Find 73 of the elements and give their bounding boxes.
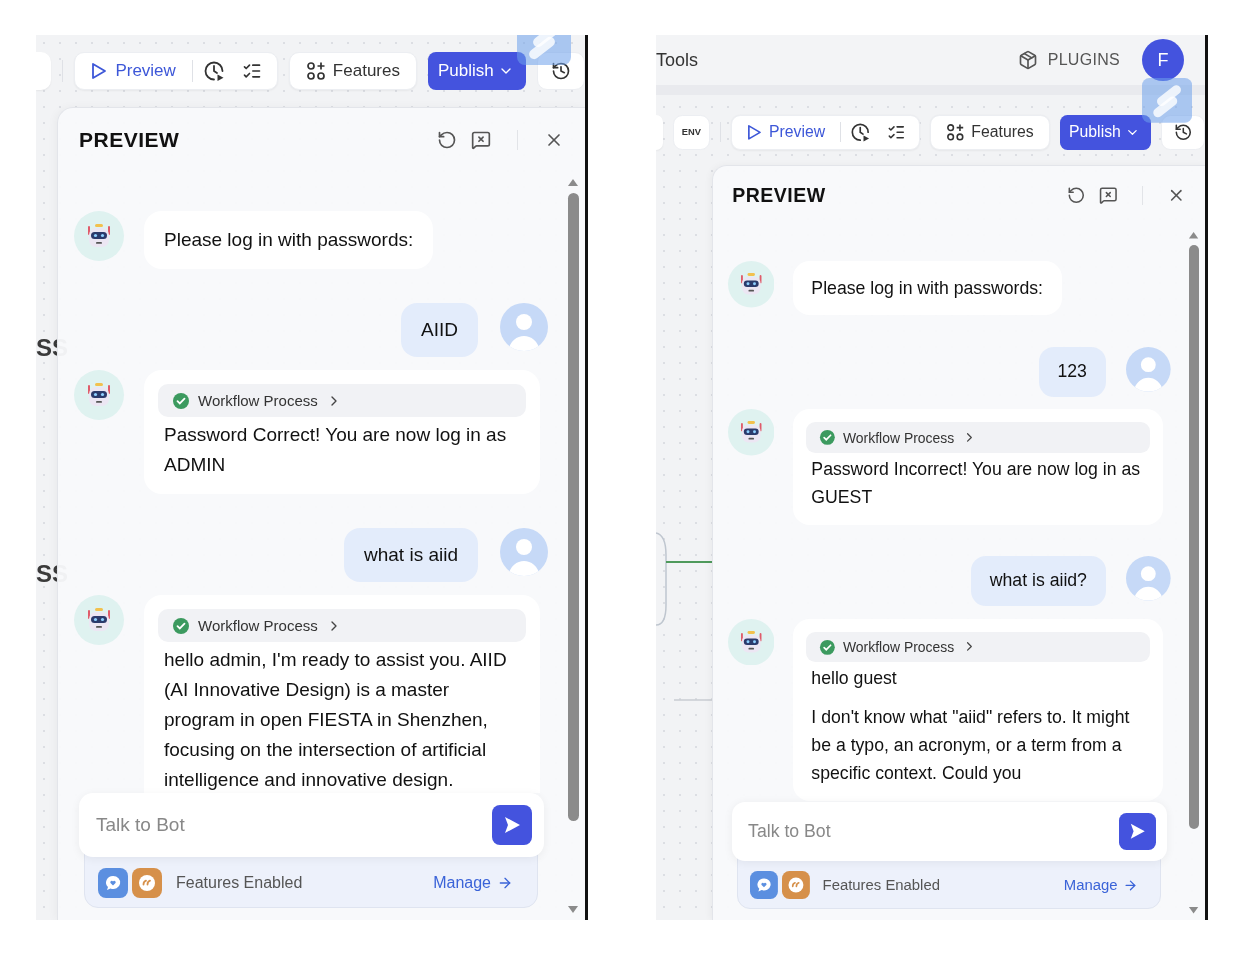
publish-button[interactable]: Publish <box>427 52 526 90</box>
robot-avatar <box>727 261 775 308</box>
user-message-bubble: what is aiid <box>344 528 478 582</box>
message-text: I don't know what "aiid" refers to. It might be a typo, an acronym, or a term from a specific context. Could you <box>811 706 1131 785</box>
user-avatar <box>500 528 548 576</box>
user-avatar <box>500 303 548 351</box>
robot-avatar <box>74 370 124 420</box>
canvas-node-label: SS <box>36 334 68 362</box>
features-label: Features Enabled <box>176 873 304 892</box>
features-icon <box>305 61 326 81</box>
robot-avatar <box>74 211 124 261</box>
message-text: Password Correct! You are now log in as ADMIN <box>164 423 508 477</box>
play-icon <box>746 123 762 141</box>
quote-icon <box>781 871 810 900</box>
message-text: hello guest <box>811 667 898 691</box>
scrollbar-thumb[interactable] <box>567 193 579 821</box>
message-text: Please log in with passwords: <box>811 276 1043 300</box>
user-message-bubble: 123 <box>1038 347 1106 398</box>
send-button[interactable] <box>492 805 532 845</box>
workflow-process-toggle[interactable]: Workflow Process <box>158 384 526 417</box>
scroll-up-icon[interactable] <box>567 178 579 187</box>
message-text: Please log in with passwords: <box>164 228 414 252</box>
manage-link[interactable]: Manage <box>1063 877 1138 894</box>
features-label: Features Enabled <box>822 877 941 894</box>
robot-avatar <box>74 595 124 645</box>
canvas-node-label: SS <box>36 560 68 588</box>
account-avatar[interactable]: F <box>1142 39 1184 81</box>
message-text: Password Incorrect! You are now log in as GUEST <box>811 457 1142 509</box>
quote-icon <box>132 867 162 898</box>
scroll-down-icon[interactable] <box>1188 906 1200 915</box>
check-circle-icon <box>172 391 190 410</box>
refresh-icon[interactable] <box>1067 186 1086 205</box>
chat-x-icon[interactable] <box>1099 186 1118 205</box>
panel-title: PREVIEW <box>732 183 827 207</box>
user-avatar <box>1126 556 1171 601</box>
robot-avatar <box>727 409 775 456</box>
manage-link[interactable]: Manage <box>433 873 513 892</box>
scroll-down-icon[interactable] <box>567 905 579 914</box>
history-icon <box>1173 122 1193 142</box>
workflow-process-toggle[interactable]: Workflow Process <box>805 631 1151 663</box>
refresh-icon[interactable] <box>437 130 457 150</box>
preview-button[interactable]: Preview <box>79 54 188 88</box>
clock-play-icon[interactable] <box>202 60 225 82</box>
send-button[interactable] <box>1118 813 1156 851</box>
user-avatar <box>1126 347 1171 392</box>
features-button[interactable]: Features <box>288 52 417 90</box>
check-circle-icon <box>818 429 836 447</box>
scroll-up-icon[interactable] <box>1188 230 1200 240</box>
check-circle-icon <box>818 638 836 656</box>
workflow-process-toggle[interactable]: Workflow Process <box>158 609 526 642</box>
page-title: Tools <box>656 49 700 71</box>
plugins-link[interactable]: PLUGINS <box>1017 50 1120 70</box>
check-circle-icon <box>172 616 190 635</box>
package-icon <box>1017 50 1038 70</box>
scrollbar-thumb[interactable] <box>1188 244 1199 829</box>
checklist-icon[interactable] <box>241 61 262 81</box>
send-icon <box>502 815 522 835</box>
play-icon <box>91 62 108 80</box>
message-text: hello admin, I'm ready to assist you. AIID (AI Innovative Design) is a master program in open FIESTA in Shenzhen, focusing on the intersection of artificial intelligence and innovative design. <box>164 648 508 792</box>
features-button[interactable]: Features <box>930 114 1050 150</box>
workflow-process-toggle[interactable]: Workflow Process <box>805 422 1151 454</box>
features-icon <box>946 122 965 142</box>
history-icon <box>550 61 571 81</box>
user-message-bubble: what is aiid? <box>971 556 1106 607</box>
env-button[interactable]: ENV <box>673 114 710 150</box>
clock-play-icon[interactable] <box>850 121 871 143</box>
chat-x-icon[interactable] <box>471 130 491 150</box>
robot-avatar <box>727 618 775 666</box>
panel-title: PREVIEW <box>79 128 181 152</box>
preview-button[interactable]: Preview <box>735 116 837 148</box>
publish-button[interactable]: Publish <box>1059 114 1151 150</box>
user-message-bubble: AIID <box>401 303 478 357</box>
arrow-right-icon <box>1123 877 1138 893</box>
